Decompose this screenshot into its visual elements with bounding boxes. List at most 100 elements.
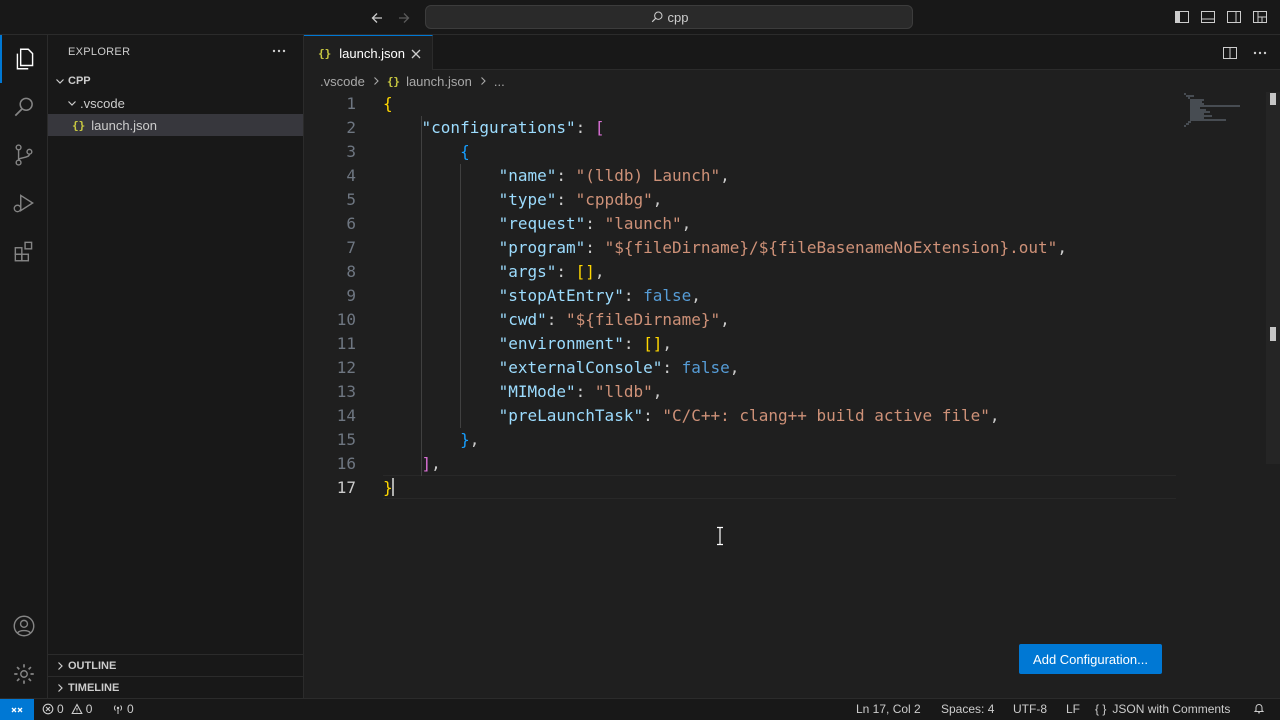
folder-row-vscode[interactable]: .vscode: [48, 92, 303, 114]
line-number: 12: [336, 358, 356, 377]
code-token: false: [681, 358, 730, 377]
line-number: 9: [346, 286, 356, 305]
code-token: "MIMode": [498, 382, 576, 401]
code-token: :: [662, 358, 682, 377]
ports-indicator[interactable]: 0: [112, 702, 134, 716]
code-line: 16 ],: [304, 452, 1174, 476]
code-editor[interactable]: 1{2 "configurations": [3 {4 "name": "(ll…: [304, 92, 1280, 698]
code-token: }: [460, 430, 470, 449]
json-file-icon: {}: [318, 46, 332, 60]
root-folder-row[interactable]: CPP: [48, 70, 303, 92]
file-row-launch-json[interactable]: {} launch.json: [48, 114, 303, 136]
extensions-icon[interactable]: [0, 227, 48, 275]
ports-count: 0: [127, 702, 134, 716]
breadcrumb-file[interactable]: launch.json: [406, 74, 472, 89]
more-actions-icon[interactable]: [1252, 45, 1268, 61]
eol-status[interactable]: LF: [1066, 702, 1080, 716]
outline-label: OUTLINE: [68, 659, 117, 672]
code-line: 12 "externalConsole": false,: [304, 356, 1174, 380]
code-line: 13 "MIMode": "lldb",: [304, 380, 1174, 404]
back-arrow-icon[interactable]: [367, 8, 387, 28]
line-number: 4: [346, 166, 356, 185]
manage-gear-icon[interactable]: [0, 650, 48, 698]
chevron-right-icon: [371, 74, 381, 89]
outline-section[interactable]: OUTLINE: [48, 654, 303, 676]
scrollbar-thumb[interactable]: [1270, 93, 1276, 105]
code-token: ,: [691, 286, 701, 305]
code-token: ,: [720, 166, 730, 185]
timeline-label: TIMELINE: [68, 681, 120, 694]
code-text: "preLaunchTask": "C/C++: clang++ build a…: [383, 404, 1000, 428]
indentation-status[interactable]: Spaces: 4: [941, 702, 994, 716]
root-folder-label: CPP: [68, 75, 91, 87]
code-line: 8 "args": [],: [304, 260, 1174, 284]
more-actions-icon[interactable]: [271, 43, 287, 59]
toggle-secondary-sidebar-icon[interactable]: [1226, 9, 1242, 25]
breadcrumb-folder[interactable]: .vscode: [320, 74, 365, 89]
code-token: :: [575, 118, 595, 137]
minimap[interactable]: [1182, 92, 1264, 132]
code-token: :: [556, 166, 576, 185]
explorer-icon[interactable]: [0, 35, 48, 83]
customize-layout-icon[interactable]: [1252, 9, 1268, 25]
code-token: "name": [498, 166, 557, 185]
code-token: "cppdbg": [575, 190, 653, 209]
language-mode[interactable]: { } JSON with Comments: [1095, 702, 1230, 716]
code-token: ,: [1057, 238, 1067, 257]
code-token: "cwd": [498, 310, 547, 329]
search-icon[interactable]: [0, 83, 48, 131]
tab-launch-json[interactable]: {} launch.json: [304, 35, 433, 70]
code-token: ,: [652, 190, 663, 209]
code-token: "program": [498, 238, 586, 257]
code-token: "configurations": [421, 118, 576, 137]
command-center-search[interactable]: cpp: [425, 5, 913, 29]
code-token: ,: [594, 262, 605, 281]
add-configuration-button[interactable]: Add Configuration...: [1019, 644, 1162, 674]
chevron-down-icon: [52, 73, 68, 89]
accounts-icon[interactable]: [0, 602, 48, 650]
code-token: "${fileDirname}": [566, 310, 721, 329]
activity-bar: [0, 35, 48, 698]
scrollbar-cursor-marker: [1270, 327, 1276, 341]
code-token: false: [643, 286, 692, 305]
line-number: 14: [336, 406, 356, 425]
status-bar: 0 0 0 Ln 17, Col 2 Spaces: 4 UTF-8 LF { …: [0, 698, 1280, 720]
code-token: "externalConsole": [498, 358, 663, 377]
line-number: 7: [346, 238, 356, 257]
code-text: "args": [],: [383, 260, 605, 284]
problems-indicator[interactable]: 0 0: [42, 702, 92, 716]
vertical-scrollbar[interactable]: [1266, 92, 1280, 464]
line-number: 5: [346, 190, 356, 209]
code-token: :: [585, 214, 605, 233]
encoding-status[interactable]: UTF-8: [1013, 702, 1047, 716]
run-and-debug-icon[interactable]: [0, 179, 48, 227]
source-control-icon[interactable]: [0, 131, 48, 179]
chevron-right-icon: [478, 74, 488, 89]
code-token: ,: [681, 214, 692, 233]
toggle-primary-sidebar-icon[interactable]: [1174, 9, 1190, 25]
code-text: {: [383, 140, 470, 164]
forward-arrow-icon[interactable]: [394, 8, 414, 28]
line-number: 17: [336, 478, 356, 497]
line-number: 11: [336, 334, 356, 353]
cursor-position[interactable]: Ln 17, Col 2: [856, 702, 921, 716]
warning-icon: [70, 703, 83, 715]
code-token: "(lldb) Launch": [575, 166, 721, 185]
notifications-bell-icon[interactable]: [1253, 702, 1265, 714]
code-token: ,: [729, 358, 740, 377]
breadcrumb-symbols[interactable]: ...: [494, 74, 505, 89]
code-line: 15 },: [304, 428, 1174, 452]
timeline-section[interactable]: TIMELINE: [48, 676, 303, 698]
split-editor-icon[interactable]: [1222, 45, 1238, 61]
code-token: :: [623, 286, 644, 305]
line-number: 8: [346, 262, 356, 281]
close-icon[interactable]: [408, 46, 424, 62]
remote-indicator-icon[interactable]: [0, 699, 34, 720]
toggle-panel-icon[interactable]: [1200, 9, 1216, 25]
